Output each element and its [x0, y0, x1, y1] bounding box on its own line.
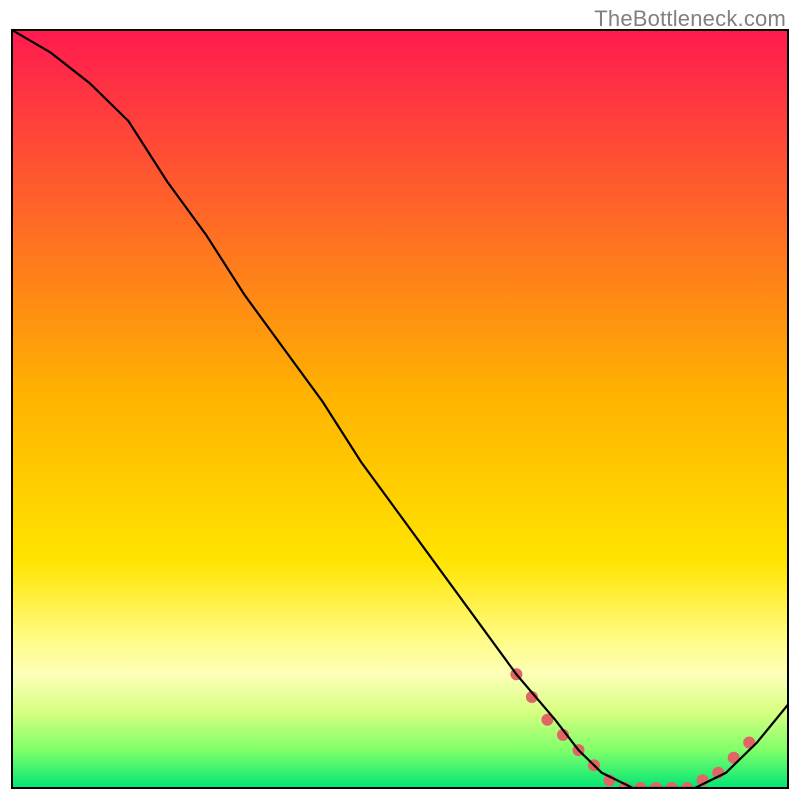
watermark-label: TheBottleneck.com — [594, 6, 786, 32]
chart-stage: TheBottleneck.com — [0, 0, 800, 800]
bottleneck-chart — [0, 0, 800, 800]
heatmap-background — [12, 30, 788, 788]
